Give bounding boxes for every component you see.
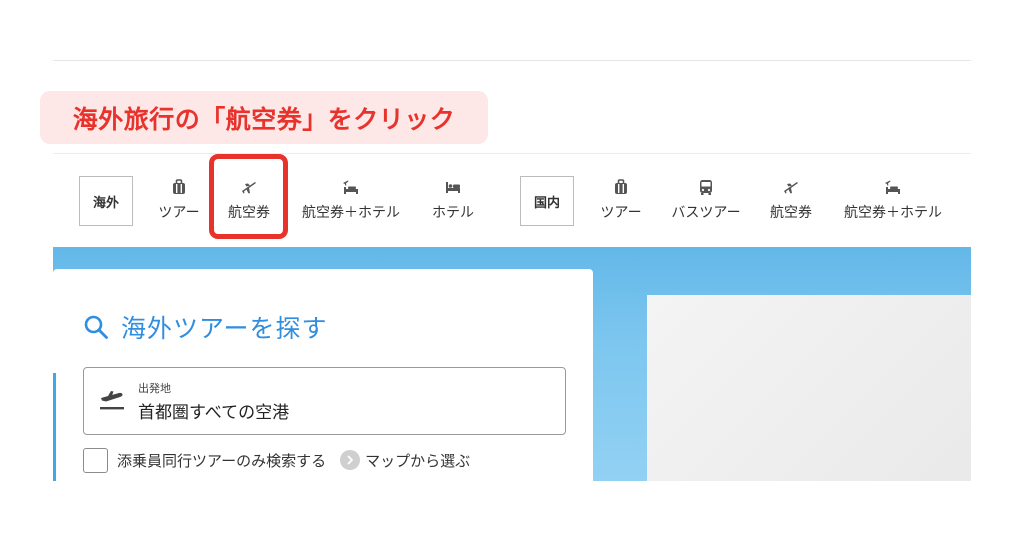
suitcase-icon [173, 179, 185, 194]
nav-item-label: ホテル [432, 205, 474, 221]
panel-accent-bar [53, 373, 56, 481]
airplane-icon [784, 182, 798, 194]
nav-domestic-flight-hotel[interactable]: 航空券＋ホテル [834, 176, 952, 226]
escort-option-label: 添乗員同行ツアーのみ検索する [117, 451, 327, 470]
product-nav: 海外 ツアー 航空券 航空券＋ホテル ホテル 国内 ツアー バスツアー 航空券 … [0, 160, 1024, 240]
search-heading: 海外ツアーを探す [83, 309, 328, 345]
nav-domestic-flight[interactable]: 航空券 [761, 176, 821, 226]
search-title: 海外ツアーを探す [121, 314, 328, 343]
map-link[interactable]: マップから選ぶ [340, 450, 470, 471]
chevron-right-icon [340, 450, 361, 470]
search-options: 添乗員同行ツアーのみ検索する マップから選ぶ [83, 447, 470, 473]
nav-divider [53, 153, 971, 154]
nav-item-label: バスツアー [671, 205, 741, 221]
nav-overseas-flight-hotel[interactable]: 航空券＋ホテル [292, 176, 410, 226]
nav-item-label: 航空券 [770, 205, 812, 221]
region-domestic-label: 国内 [520, 176, 574, 226]
nav-item-label: ツアー [158, 205, 200, 221]
nav-overseas-hotel[interactable]: ホテル [424, 176, 482, 226]
plane-hotel-icon [343, 180, 358, 194]
departure-plane-icon [100, 391, 124, 410]
search-icon [84, 315, 108, 339]
nav-domestic-bus-tour[interactable]: バスツアー [664, 176, 748, 226]
hero-image [647, 295, 971, 481]
top-divider [53, 60, 971, 61]
region-overseas-label: 海外 [79, 176, 133, 226]
bus-icon [700, 180, 712, 195]
nav-domestic-tour[interactable]: ツアー [592, 176, 650, 226]
flight-highlight-box [209, 154, 288, 239]
nav-item-label: 航空券＋ホテル [302, 205, 400, 221]
departure-field[interactable]: 出発地 首都圏すべての空港 [83, 367, 566, 435]
plane-hotel-icon [885, 180, 900, 194]
hero-banner: 海外ツアーを探す 出発地 首都圏すべての空港 添乗員同行ツアーのみ検索する マッ… [53, 247, 971, 481]
bed-icon [446, 182, 460, 193]
nav-item-label: ツアー [600, 205, 642, 221]
search-panel: 海外ツアーを探す 出発地 首都圏すべての空港 添乗員同行ツアーのみ検索する マッ… [53, 269, 593, 481]
nav-item-label: 航空券＋ホテル [844, 205, 942, 221]
map-link-label: マップから選ぶ [365, 451, 471, 470]
departure-label: 出発地 [138, 382, 171, 395]
suitcase-icon [615, 179, 627, 194]
departure-value: 首都圏すべての空港 [138, 403, 290, 423]
escort-checkbox[interactable] [83, 447, 108, 473]
nav-overseas-tour[interactable]: ツアー [150, 176, 208, 226]
instruction-banner: 海外旅行の「航空券」をクリック [40, 91, 488, 144]
screenshot-stage: { "instruction": "海外旅行の「航空券」をクリック", "nav… [0, 0, 1024, 538]
